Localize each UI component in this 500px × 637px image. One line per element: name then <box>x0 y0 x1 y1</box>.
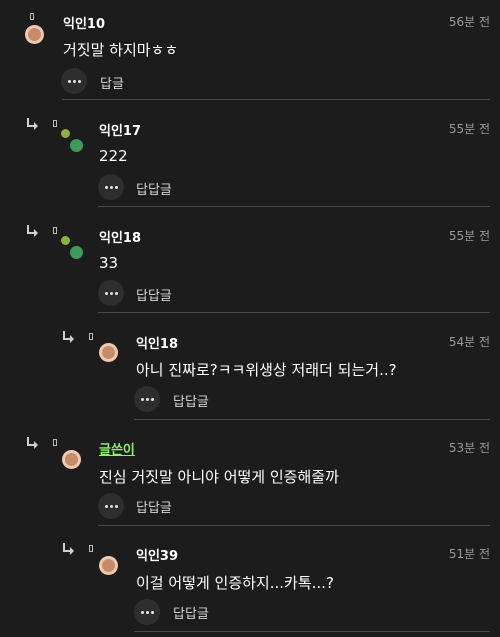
comment-text: 33 <box>99 254 119 272</box>
comment-text: 거짓말 하지마ㅎㅎ <box>63 41 179 59</box>
bookmark-icon <box>53 120 57 127</box>
reply-button[interactable]: 답글 <box>100 73 124 92</box>
comment-text: 이걸 어떻게 인증하지...카톡...? <box>136 574 334 592</box>
comment-text: 진심 거짓말 아니야 어떻게 인증해줄까 <box>99 468 339 486</box>
more-button[interactable] <box>98 174 124 200</box>
timestamp: 56분 전 <box>448 15 490 29</box>
avatar[interactable] <box>25 25 44 44</box>
timestamp: 53분 전 <box>448 441 490 455</box>
avatar[interactable] <box>99 343 118 362</box>
reply-button[interactable]: 답답글 <box>173 391 209 410</box>
timestamp: 55분 전 <box>448 122 490 136</box>
bookmark-icon <box>53 439 57 446</box>
reply-arrow-icon <box>27 118 38 130</box>
comment-text: 아니 진짜로?ㅋㅋ위생상 저래더 되는거..? <box>136 361 397 379</box>
reply-button[interactable]: 답답글 <box>173 603 209 622</box>
divider <box>134 419 490 420</box>
timestamp: 55분 전 <box>448 229 490 243</box>
divider <box>62 99 490 100</box>
timestamp: 54분 전 <box>448 335 490 349</box>
more-button[interactable] <box>134 386 160 412</box>
more-button[interactable] <box>98 280 124 306</box>
bookmark-icon <box>89 545 93 552</box>
divider <box>98 206 490 207</box>
bookmark-icon <box>30 13 34 20</box>
avatar[interactable] <box>61 129 83 165</box>
avatar[interactable] <box>62 450 81 469</box>
divider <box>98 525 490 526</box>
bookmark-icon <box>89 333 93 340</box>
comment-text: 222 <box>99 147 128 165</box>
avatar[interactable] <box>99 556 118 575</box>
reply-arrow-icon <box>63 543 74 555</box>
reply-button[interactable]: 답답글 <box>136 285 172 304</box>
author-name[interactable]: 익인10 <box>63 13 105 32</box>
reply-arrow-icon <box>27 225 38 237</box>
author-name[interactable]: 익인39 <box>136 545 178 564</box>
more-button[interactable] <box>134 599 160 625</box>
reply-button[interactable]: 답답글 <box>136 179 172 198</box>
divider <box>98 312 490 313</box>
author-name[interactable]: 익인18 <box>136 333 178 352</box>
author-name[interactable]: 익인17 <box>99 120 141 139</box>
author-name[interactable]: 익인18 <box>99 227 141 246</box>
author-name-op[interactable]: 글쓴이 <box>99 439 135 458</box>
more-button[interactable] <box>61 68 87 94</box>
more-button[interactable] <box>98 493 124 519</box>
reply-arrow-icon <box>27 437 38 449</box>
timestamp: 51분 전 <box>448 547 490 561</box>
bookmark-icon <box>53 227 57 234</box>
reply-button[interactable]: 답답글 <box>136 497 172 516</box>
avatar[interactable] <box>61 236 83 272</box>
divider <box>134 631 490 632</box>
reply-arrow-icon <box>63 331 74 343</box>
